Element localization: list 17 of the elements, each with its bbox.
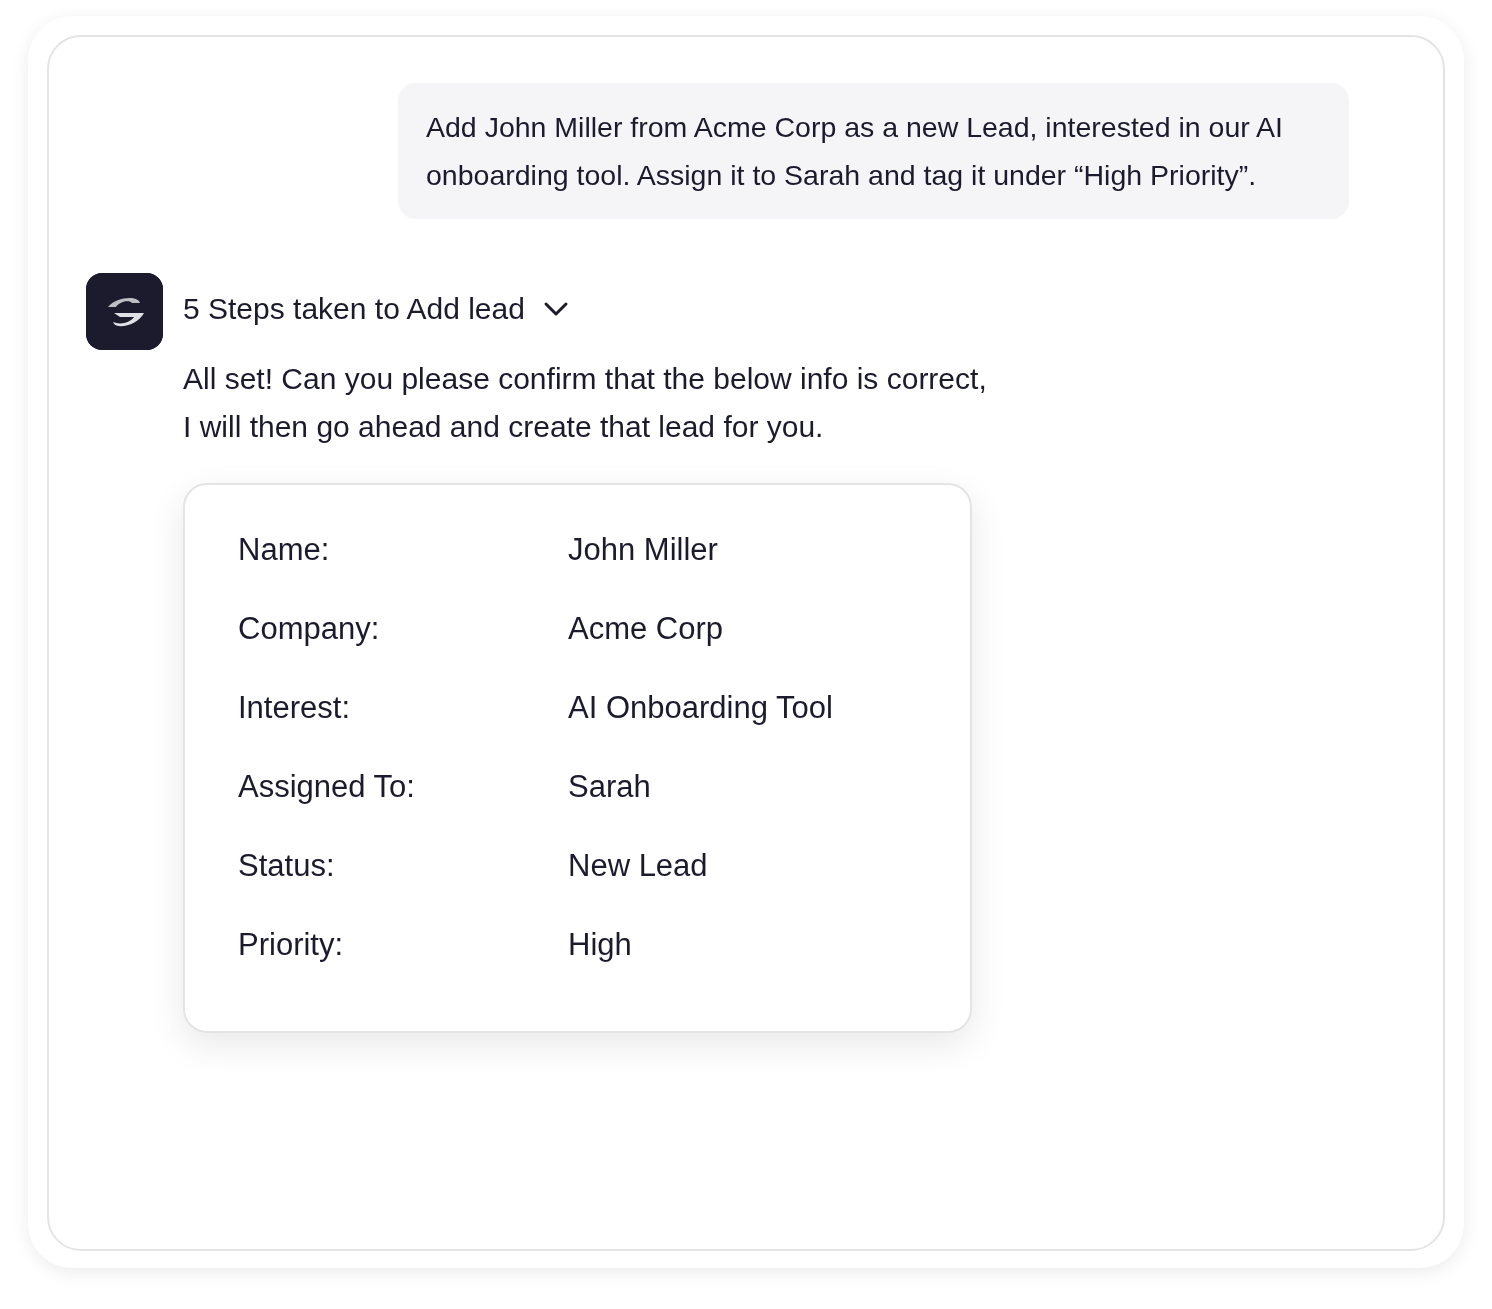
- field-value: AI Onboarding Tool: [568, 689, 833, 727]
- chevron-down-icon: [542, 301, 569, 317]
- field-label: Assigned To:: [238, 768, 416, 806]
- field-value: High: [568, 926, 632, 964]
- field-value: Acme Corp: [568, 610, 724, 648]
- steps-toggle[interactable]: 5 Steps taken to Add lead: [183, 289, 569, 329]
- field-label: Status:: [238, 847, 336, 885]
- field-label: Interest:: [238, 689, 351, 727]
- user-message: Add John Miller from Acme Corp as a new Lead, interested in our AI onboarding tool. Assign it to Sarah and tag it under “High Priority”.: [398, 83, 1349, 219]
- field-label: Company:: [238, 610, 381, 648]
- field-label: Name:: [238, 531, 331, 569]
- field-label: Priority:: [238, 926, 345, 964]
- field-value: Sarah: [568, 768, 651, 806]
- logo-icon: [86, 273, 163, 350]
- field-value: John Miller: [568, 531, 718, 569]
- assistant-message: All set! Can you please confirm that the below info is correct, I will then go ahead and create that lead for you.: [183, 361, 987, 445]
- field-value: New Lead: [568, 847, 708, 885]
